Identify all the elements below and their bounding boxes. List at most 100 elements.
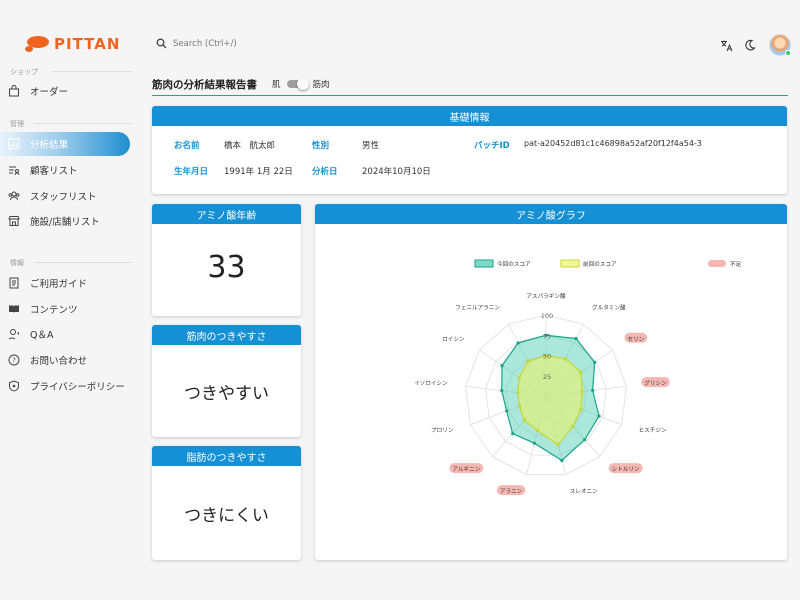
sidebar-item-label: 施設/店舗リスト <box>30 217 100 228</box>
patch-id-label: パッチID <box>474 141 510 151</box>
page-title: 筋肉の分析結果報告書 <box>152 79 257 91</box>
muscle-ease-value: つきやすい <box>184 384 269 404</box>
series-point <box>522 418 527 422</box>
search-placeholder: Search (Ctrl+/) <box>173 38 237 49</box>
category-label: セリン <box>627 336 644 343</box>
series-point <box>579 407 583 411</box>
customer-list-icon <box>8 164 20 176</box>
brand-logo[interactable]: PITTAN <box>24 34 120 54</box>
name-value: 橋本 航太郎 <box>224 141 276 151</box>
series-point <box>500 364 504 368</box>
series-point <box>516 341 520 345</box>
legend-swatch <box>560 259 580 268</box>
sidebar-item-stores[interactable]: 施設/店舗リスト <box>0 209 130 233</box>
category-label: アラニン <box>500 488 523 495</box>
legend-label: 不足 <box>730 261 742 268</box>
series-point <box>593 360 597 365</box>
sidebar-item-guide[interactable]: ご利用ガイド <box>0 271 130 295</box>
sidebar-item-contact[interactable]: ? お問い合わせ <box>0 348 130 372</box>
category-label: グルタミン酸 <box>592 303 626 311</box>
shield-icon <box>8 380 20 392</box>
sidebar-item-label: オーダー <box>30 87 69 98</box>
gender-label: 性別 <box>312 141 330 151</box>
amino-graph-card: アミノ酸グラフ 25 50 75 100 アスパラギン酸 グルタミン酸 セリン グリシン ヒスチ… <box>315 204 787 560</box>
series-point <box>516 390 520 395</box>
search-input[interactable]: Search (Ctrl+/) <box>156 38 237 49</box>
qa-icon <box>8 328 20 340</box>
tick-label: 75 <box>543 332 551 340</box>
sidebar-item-staff[interactable]: スタッフリスト <box>0 184 130 208</box>
help-icon: ? <box>8 354 20 366</box>
book-icon <box>8 303 20 315</box>
category-label: ロイシン <box>442 337 465 343</box>
series-point <box>505 409 509 413</box>
toggle-label-skin: 肌 <box>272 80 281 90</box>
birthdate-label: 生年月日 <box>174 167 209 177</box>
sidebar-item-analysis[interactable]: 分析結果 <box>0 132 130 156</box>
fat-ease-card: 脂肪のつきやすさ つきにくい <box>152 446 301 560</box>
basic-info-header: 基礎情報 <box>152 106 787 126</box>
bag-icon <box>8 85 20 97</box>
name-label: お名前 <box>174 141 200 151</box>
fat-ease-header: 脂肪のつきやすさ <box>152 446 301 466</box>
sidebar-item-qa[interactable]: Q＆A <box>0 322 130 346</box>
series-point <box>532 441 536 445</box>
category-label: シトルリン <box>612 467 640 473</box>
mode-toggle[interactable]: 肌 筋肉 <box>272 78 330 90</box>
legend-label: 今回のスコア <box>497 260 531 268</box>
amino-graph-header: アミノ酸グラフ <box>315 204 787 224</box>
sidebar-item-label: 顧客リスト <box>30 166 78 177</box>
category-label: フェニルアラニン <box>455 304 500 311</box>
tick-label: 25 <box>543 373 551 381</box>
divider <box>34 123 132 124</box>
series-point <box>517 375 521 380</box>
section-label-shop: ショップ <box>10 68 38 76</box>
tick-label: 50 <box>543 353 551 361</box>
category-label: グリシン <box>644 379 667 387</box>
toggle-knob <box>296 78 309 90</box>
series-point <box>563 357 568 361</box>
series-point <box>574 337 578 341</box>
legend-swatch <box>474 259 494 268</box>
toggle-switch[interactable] <box>286 78 309 90</box>
legend-label: 前回のスコア <box>583 260 617 268</box>
tick-label: 100 <box>541 312 553 320</box>
patch-id-value: pat-a20452d81c1c46898a52af20f12f4a54-3 <box>524 139 702 148</box>
category-label: アルギニン <box>452 466 480 473</box>
brand-name: PITTAN <box>54 35 121 53</box>
sidebar-item-label: ご利用ガイド <box>30 279 88 290</box>
moon-icon[interactable] <box>743 38 757 52</box>
sidebar-item-contents[interactable]: コンテンツ <box>0 297 130 321</box>
series-point <box>535 429 540 433</box>
title-divider <box>152 95 788 96</box>
sidebar-item-label: Q＆A <box>30 330 54 341</box>
toggle-label-muscle: 筋肉 <box>312 80 330 90</box>
analysis-date-label: 分析日 <box>312 167 338 177</box>
translate-icon[interactable] <box>719 38 733 52</box>
divider <box>52 71 132 72</box>
chart-icon <box>8 138 20 150</box>
legend-swatch <box>708 260 726 267</box>
series-point <box>556 443 560 447</box>
category-label: イソロイシン <box>414 381 448 387</box>
amino-age-card: アミノ酸年齢 33 <box>152 204 301 316</box>
category-label: スレオニン <box>570 488 598 495</box>
sidebar-item-customers[interactable]: 顧客リスト <box>0 158 130 182</box>
gender-value: 男性 <box>362 141 380 151</box>
sidebar-item-label: コンテンツ <box>30 305 78 316</box>
muscle-ease-header: 筋肉のつきやすさ <box>152 325 301 345</box>
amino-age-value: 33 <box>207 250 246 285</box>
series-point <box>517 404 522 408</box>
basic-info-card: 基礎情報 お名前 橋本 航太郎 性別 男性 パッチID pat-a20452d8… <box>152 106 787 194</box>
sidebar-item-label: お問い合わせ <box>30 356 88 367</box>
sidebar-item-privacy[interactable]: プライバシーポリシー <box>0 374 130 398</box>
divider <box>34 262 132 263</box>
sidebar-item-label: プライバシーポリシー <box>30 382 125 393</box>
muscle-ease-card: 筋肉のつきやすさ つきやすい <box>152 325 301 437</box>
analysis-date-value: 2024年10月10日 <box>362 167 431 177</box>
sidebar: PITTAN ショップ オーダー 管理 分析結果 顧客リスト スタッフリスト 施… <box>0 0 140 600</box>
logo-icon <box>25 36 49 52</box>
sidebar-item-order[interactable]: オーダー <box>0 79 130 103</box>
series-point <box>500 389 504 393</box>
store-icon <box>8 215 20 227</box>
